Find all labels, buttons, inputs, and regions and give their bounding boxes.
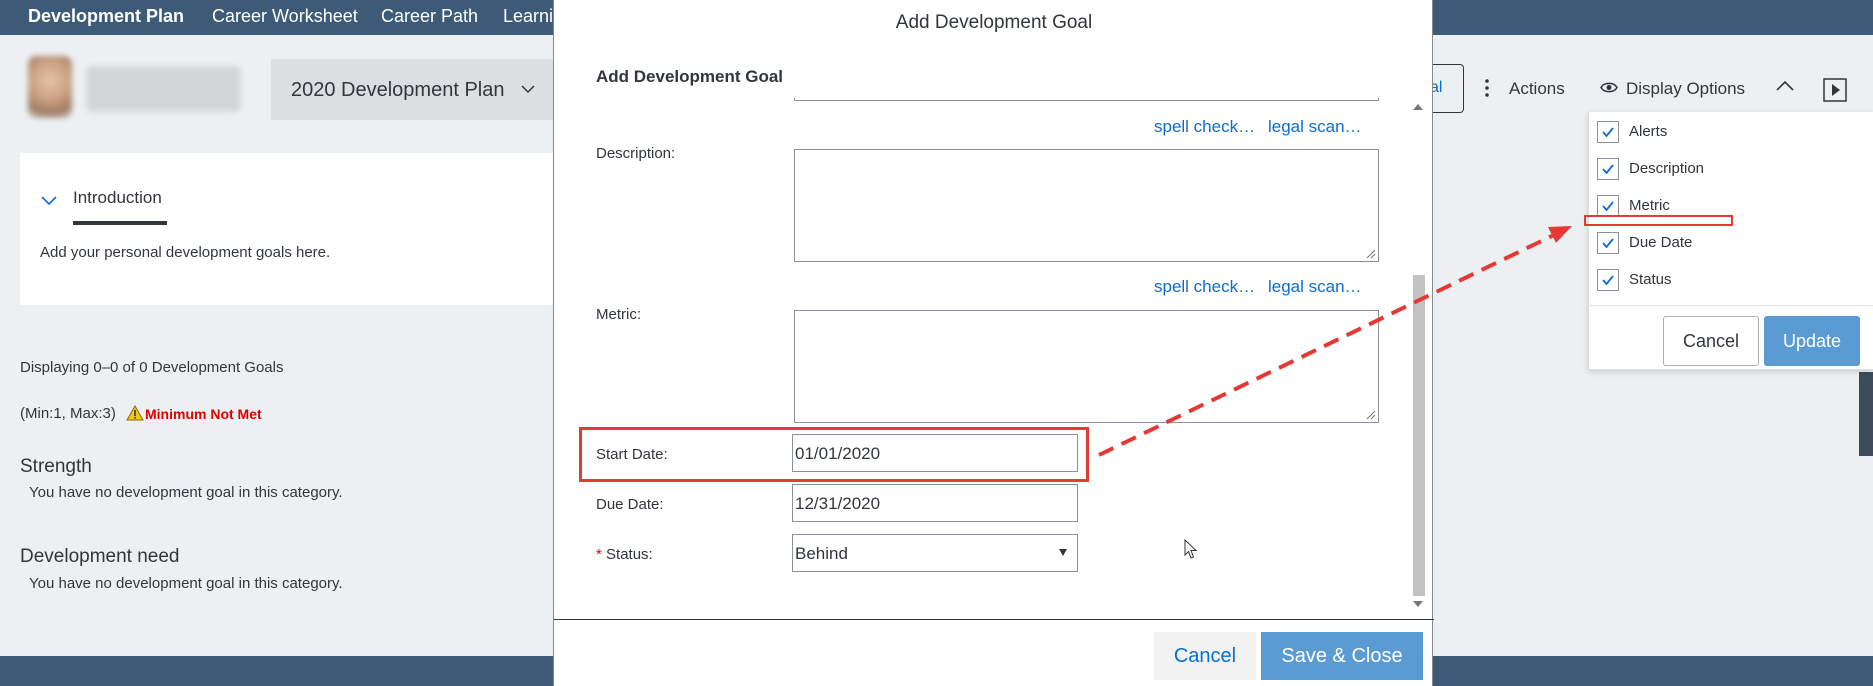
legal-scan-link[interactable]: legal scan… xyxy=(1268,277,1362,297)
checkbox-description[interactable] xyxy=(1597,158,1619,180)
display-options-popover: Alerts Description Metric Due Date Statu… xyxy=(1588,112,1873,370)
scrollbar-thumb[interactable] xyxy=(1413,275,1425,596)
update-button[interactable]: Update xyxy=(1764,316,1860,366)
required-marker: * xyxy=(596,546,602,563)
side-panel-edge xyxy=(1859,372,1873,456)
description-textarea[interactable] xyxy=(794,149,1379,262)
warning-icon xyxy=(126,405,144,421)
due-date-input[interactable]: 12/31/2020 xyxy=(792,484,1078,522)
description-label: Description: xyxy=(596,145,676,162)
popover-cancel-button[interactable]: Cancel xyxy=(1663,316,1759,366)
resize-grip-icon[interactable] xyxy=(1366,410,1376,420)
eye-icon xyxy=(1600,82,1618,93)
option-due-date[interactable]: Due Date xyxy=(1597,230,1857,256)
scroll-down-icon[interactable] xyxy=(1413,601,1423,607)
status-value: Behind xyxy=(795,544,848,563)
checkmark-icon xyxy=(1602,164,1614,175)
spell-check-link[interactable]: spell check… xyxy=(1154,277,1255,297)
checkbox-alerts[interactable] xyxy=(1597,121,1619,143)
user-name-blurred xyxy=(86,66,241,112)
plan-title: 2020 Development Plan xyxy=(291,79,505,101)
avatar xyxy=(28,56,72,118)
scroll-up-icon[interactable] xyxy=(1413,104,1423,110)
option-label: Alerts xyxy=(1629,123,1668,140)
actions-button[interactable]: Actions xyxy=(1509,79,1565,99)
intro-text: Add your personal development goals here… xyxy=(40,244,331,261)
status-label: * Status: xyxy=(596,546,653,563)
checkmark-icon xyxy=(1602,275,1614,286)
option-status[interactable]: Status xyxy=(1597,267,1857,293)
checkmark-icon xyxy=(1602,238,1614,249)
add-development-goal-dialog: Add Development Goal Add Development Goa… xyxy=(553,0,1434,686)
nav-learning[interactable]: Learni xyxy=(503,6,553,27)
display-options-button[interactable]: Display Options xyxy=(1626,79,1745,99)
option-label: Metric xyxy=(1629,197,1670,214)
tab-underline xyxy=(73,221,167,225)
option-label: Status xyxy=(1629,271,1672,288)
status-label-text: Status: xyxy=(606,546,653,563)
legal-scan-link[interactable]: legal scan… xyxy=(1268,117,1362,137)
dialog-cancel-button[interactable]: Cancel xyxy=(1154,632,1256,680)
nav-development-plan[interactable]: Development Plan xyxy=(28,6,184,27)
option-label: Description xyxy=(1629,160,1705,177)
play-icon[interactable] xyxy=(1823,78,1847,102)
annotation-highlight-metric xyxy=(1584,215,1733,226)
option-alerts[interactable]: Alerts xyxy=(1597,119,1857,145)
chevron-up-icon[interactable] xyxy=(1775,80,1795,92)
displaying-count: Displaying 0–0 of 0 Development Goals xyxy=(20,359,284,376)
due-date-value: 12/31/2020 xyxy=(795,494,881,513)
save-and-close-button[interactable]: Save & Close xyxy=(1261,632,1423,680)
option-label: Due Date xyxy=(1629,234,1693,251)
min-max-text: (Min:1, Max:3) xyxy=(20,405,116,422)
due-date-label: Due Date: xyxy=(596,496,664,513)
introduction-card: Introduction Add your personal developme… xyxy=(20,153,580,305)
minimum-not-met-warning: Minimum Not Met xyxy=(145,406,262,422)
spell-check-link[interactable]: spell check… xyxy=(1154,117,1255,137)
dialog-body: Add Development Goal spell check… legal … xyxy=(554,52,1434,620)
chevron-down-icon xyxy=(521,85,535,94)
mouse-cursor-icon xyxy=(1184,539,1198,559)
dropdown-caret-icon xyxy=(1059,549,1067,556)
checkbox-due-date[interactable] xyxy=(1597,232,1619,254)
popover-divider xyxy=(1589,305,1873,306)
resize-grip-icon[interactable] xyxy=(1366,249,1376,259)
previous-textarea-edge[interactable] xyxy=(794,98,1379,101)
plan-selector[interactable]: 2020 Development Plan xyxy=(271,59,556,120)
checkbox-status[interactable] xyxy=(1597,269,1619,291)
tab-introduction[interactable]: Introduction xyxy=(73,188,162,208)
development-need-empty-text: You have no development goal in this cat… xyxy=(29,575,343,592)
more-vertical-icon[interactable] xyxy=(1484,78,1490,98)
chevron-down-icon[interactable] xyxy=(40,195,58,207)
dialog-title: Add Development Goal xyxy=(895,12,1093,33)
metric-textarea[interactable] xyxy=(794,310,1379,423)
option-description[interactable]: Description xyxy=(1597,156,1857,182)
annotation-highlight-start-date xyxy=(579,427,1089,482)
checkbox-metric[interactable] xyxy=(1597,195,1619,217)
checkmark-icon xyxy=(1602,201,1614,212)
strength-empty-text: You have no development goal in this cat… xyxy=(29,484,343,501)
nav-career-path[interactable]: Career Path xyxy=(381,6,478,27)
dialog-subtitle: Add Development Goal xyxy=(596,67,784,86)
nav-career-worksheet[interactable]: Career Worksheet xyxy=(212,6,358,27)
section-title-strength: Strength xyxy=(20,456,92,477)
metric-label: Metric: xyxy=(596,306,641,323)
status-select[interactable]: Behind xyxy=(792,534,1078,572)
section-title-development-need: Development need xyxy=(20,546,180,567)
checkmark-icon xyxy=(1602,127,1614,138)
